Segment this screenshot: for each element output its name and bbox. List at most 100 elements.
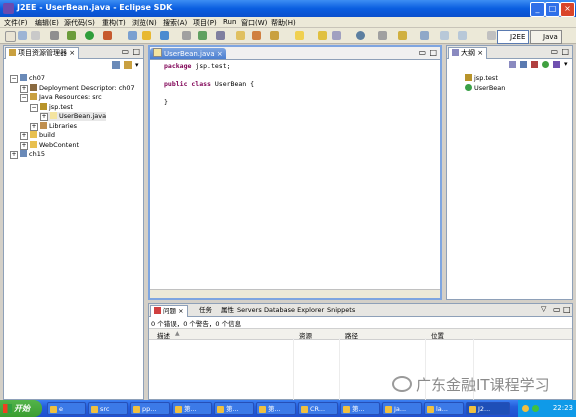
taskbar-button[interactable]: Ja... <box>382 402 422 415</box>
column-location[interactable]: 位置 <box>431 330 444 340</box>
filter-icon[interactable]: ▽ <box>541 305 546 313</box>
tray-icon[interactable] <box>532 405 539 412</box>
menu-run[interactable]: Run <box>223 18 236 26</box>
outline-item[interactable]: UserBean <box>465 83 505 93</box>
tree-item[interactable]: + WebContent <box>20 140 79 150</box>
expand-icon[interactable]: + <box>10 151 18 159</box>
hide-nonpublic-icon[interactable] <box>542 61 549 68</box>
new-java-project-icon[interactable] <box>128 31 137 40</box>
maximize-problems-icon[interactable]: □ <box>563 305 571 314</box>
save-icon[interactable] <box>18 31 27 40</box>
tab-tasks[interactable]: 任务 <box>196 305 215 316</box>
column-path[interactable]: 路径 <box>345 330 358 340</box>
sort-icon[interactable] <box>509 61 516 68</box>
expand-icon[interactable]: + <box>20 84 28 93</box>
minimize-view-icon[interactable]: ▭ <box>121 47 129 56</box>
debug-icon[interactable] <box>67 31 76 40</box>
taskbar-button[interactable]: src <box>88 402 128 415</box>
minimize-problems-icon[interactable]: ▭ <box>553 305 561 314</box>
tray-icon[interactable] <box>522 405 529 412</box>
pin-icon[interactable] <box>378 31 387 40</box>
perspective-java[interactable]: Java <box>530 30 562 44</box>
taskbar-button[interactable]: pp... <box>130 402 170 415</box>
minimize-outline-icon[interactable]: ▭ <box>550 47 558 56</box>
taskbar-button[interactable]: 第... <box>172 402 212 415</box>
collapse-all-icon[interactable] <box>112 61 120 69</box>
column-resource[interactable]: 资源 <box>299 330 312 340</box>
open-folder-icon[interactable] <box>270 31 279 40</box>
expand-icon[interactable]: + <box>20 132 28 140</box>
new-icon[interactable] <box>5 31 16 42</box>
tab-problems[interactable]: 问题 × <box>150 305 188 317</box>
back-icon[interactable] <box>420 31 429 40</box>
tree-item[interactable]: + Libraries <box>30 121 77 131</box>
tree-item[interactable]: + UserBean.java <box>40 112 107 121</box>
forward-icon[interactable] <box>440 31 449 40</box>
browser-icon[interactable] <box>356 31 365 40</box>
open-perspective-icon[interactable] <box>487 31 496 40</box>
taskbar-button[interactable]: 第... <box>256 402 296 415</box>
maximize-editor-icon[interactable]: □ <box>429 48 437 57</box>
maximize-button[interactable]: □ <box>545 2 560 17</box>
collapse-icon[interactable]: − <box>20 94 28 102</box>
next-annotation-icon[interactable] <box>398 31 407 40</box>
open-type-icon[interactable] <box>216 31 225 40</box>
tree-item[interactable]: + build <box>20 131 55 140</box>
taskbar-button[interactable]: CR... <box>298 402 338 415</box>
expand-icon[interactable]: + <box>30 122 38 131</box>
collapse-icon[interactable]: − <box>30 103 38 112</box>
search-icon[interactable] <box>252 31 261 40</box>
taskbar-button[interactable]: la... <box>424 402 464 415</box>
tab-database-explorer[interactable]: Database Explorer <box>261 305 327 316</box>
deploy-icon[interactable] <box>198 31 207 40</box>
menu-refactor[interactable]: 重构(T) <box>102 18 126 28</box>
expand-icon[interactable]: + <box>40 113 48 121</box>
tab-project-explorer[interactable]: 项目资源管理器 × <box>5 47 80 59</box>
column-description[interactable]: 描述 <box>157 330 170 340</box>
settings-icon[interactable] <box>50 31 59 40</box>
menu-edit[interactable]: 编辑(E) <box>35 18 59 28</box>
horizontal-scrollbar[interactable] <box>150 289 440 298</box>
minimize-editor-icon[interactable]: ▭ <box>418 48 426 57</box>
expand-icon[interactable]: + <box>20 141 28 150</box>
new-class-icon[interactable] <box>160 31 169 40</box>
link-editor-icon[interactable] <box>124 61 132 69</box>
outline-view-menu-icon[interactable]: ▾ <box>564 60 568 68</box>
taskbar-button[interactable]: e <box>47 402 86 415</box>
menu-navigate[interactable]: 浏览(N) <box>132 18 157 28</box>
external-tools-icon[interactable] <box>103 31 112 40</box>
menu-help[interactable]: 帮助(H) <box>271 18 296 28</box>
server-icon[interactable] <box>182 31 191 40</box>
outline-item[interactable]: jsp.test <box>465 74 498 83</box>
tree-item[interactable]: − jsp.test <box>30 102 73 112</box>
tab-userbean-java[interactable]: UserBean.java × <box>150 48 226 59</box>
tree-item[interactable]: + Deployment Descriptor: ch07 <box>20 83 135 93</box>
menu-window[interactable]: 窗口(W) <box>241 18 267 28</box>
taskbar-button[interactable]: 第... <box>340 402 380 415</box>
close-tab-icon[interactable]: × <box>217 50 223 58</box>
hide-fields-icon[interactable] <box>520 61 527 68</box>
tab-outline[interactable]: 大纲 × <box>448 47 488 59</box>
menu-file[interactable]: 文件(F) <box>4 18 28 28</box>
close-button[interactable]: × <box>560 2 575 17</box>
hide-static-icon[interactable] <box>531 61 538 68</box>
view-menu-icon[interactable]: ▾ <box>135 61 139 69</box>
last-edit-icon[interactable] <box>458 31 467 40</box>
open-resource-icon[interactable] <box>236 31 245 40</box>
tab-snippets[interactable]: Snippets <box>324 305 358 316</box>
tree-item[interactable]: − ch07 <box>10 74 45 83</box>
new-package-icon[interactable] <box>142 31 151 40</box>
tree-item[interactable]: − Java Resources: src <box>20 93 102 102</box>
annotation-icon[interactable] <box>332 31 341 40</box>
task-icon[interactable] <box>295 31 304 40</box>
toggle-mark-icon[interactable] <box>318 31 327 40</box>
taskbar-button[interactable]: J2... <box>466 402 510 415</box>
maximize-view-icon[interactable]: □ <box>132 47 140 56</box>
minimize-button[interactable]: _ <box>530 2 545 17</box>
taskbar-button[interactable]: 第... <box>214 402 254 415</box>
maximize-outline-icon[interactable]: □ <box>561 47 569 56</box>
run-icon[interactable] <box>85 31 94 40</box>
perspective-j2ee[interactable]: J2EE <box>497 30 530 44</box>
collapse-icon[interactable]: − <box>10 75 18 83</box>
print-icon[interactable] <box>31 31 40 40</box>
